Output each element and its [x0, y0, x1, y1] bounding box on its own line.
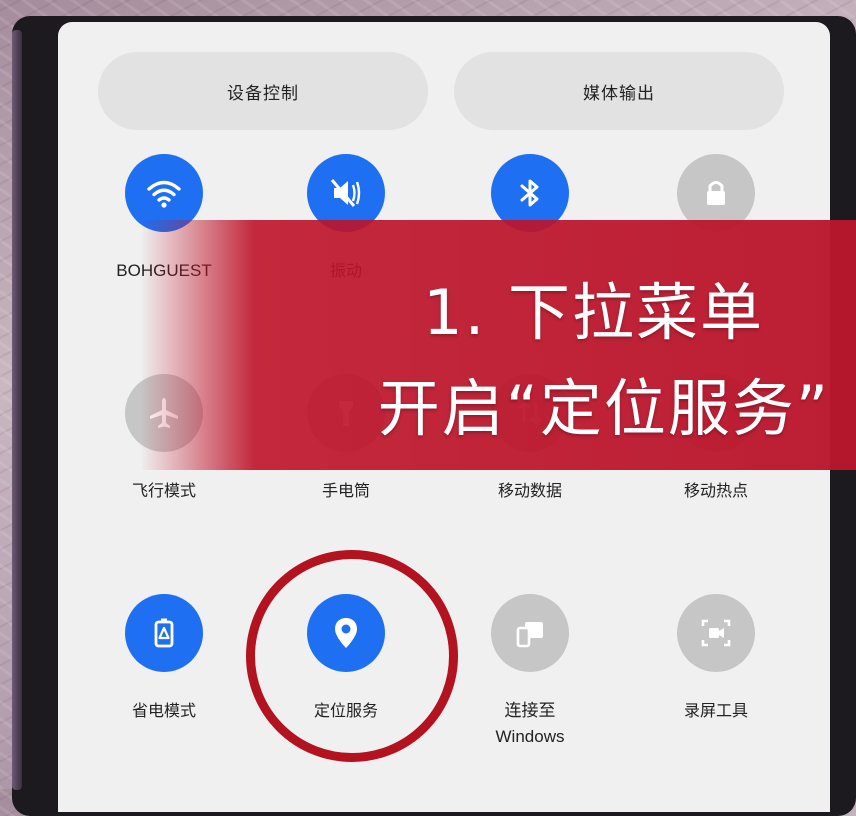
instruction-step-detail: 开启“定位服务” [377, 372, 830, 445]
screen-record-icon [701, 619, 731, 647]
screen-record-toggle[interactable] [677, 594, 755, 672]
lock-icon [707, 181, 725, 205]
tile-label: 移动数据 [497, 481, 562, 500]
battery-icon [154, 618, 174, 648]
tile-label: 飞行模式 [131, 481, 196, 500]
bluetooth-icon [520, 179, 539, 207]
tile-label: 省电模式 [131, 701, 196, 720]
media-output-button[interactable]: 媒体输出 [454, 52, 784, 130]
tile-label: 移动热点 [683, 481, 748, 500]
phone-side-edge [12, 30, 22, 790]
tile-label: 连接至 Windows [495, 701, 565, 746]
device-control-button[interactable]: 设备控制 [98, 52, 428, 130]
tile-screen-record[interactable]: 录屏工具 [636, 594, 796, 724]
location-highlight-ring [246, 550, 458, 762]
wifi-icon [147, 180, 181, 208]
instruction-banner: 1. 下拉菜单 开启“定位服务” [140, 220, 856, 470]
tile-label: 手电筒 [321, 481, 370, 500]
mute-icon [330, 179, 361, 207]
power-saving-toggle[interactable] [125, 594, 203, 672]
link-to-windows-toggle[interactable] [491, 594, 569, 672]
tile-link-to-windows[interactable]: 连接至 Windows [450, 594, 610, 750]
tile-label: 录屏工具 [683, 701, 748, 720]
tile-power-saving[interactable]: 省电模式 [84, 594, 244, 724]
instruction-step-title: 1. 下拉菜单 [423, 276, 764, 349]
link-to-windows-icon [516, 622, 543, 648]
